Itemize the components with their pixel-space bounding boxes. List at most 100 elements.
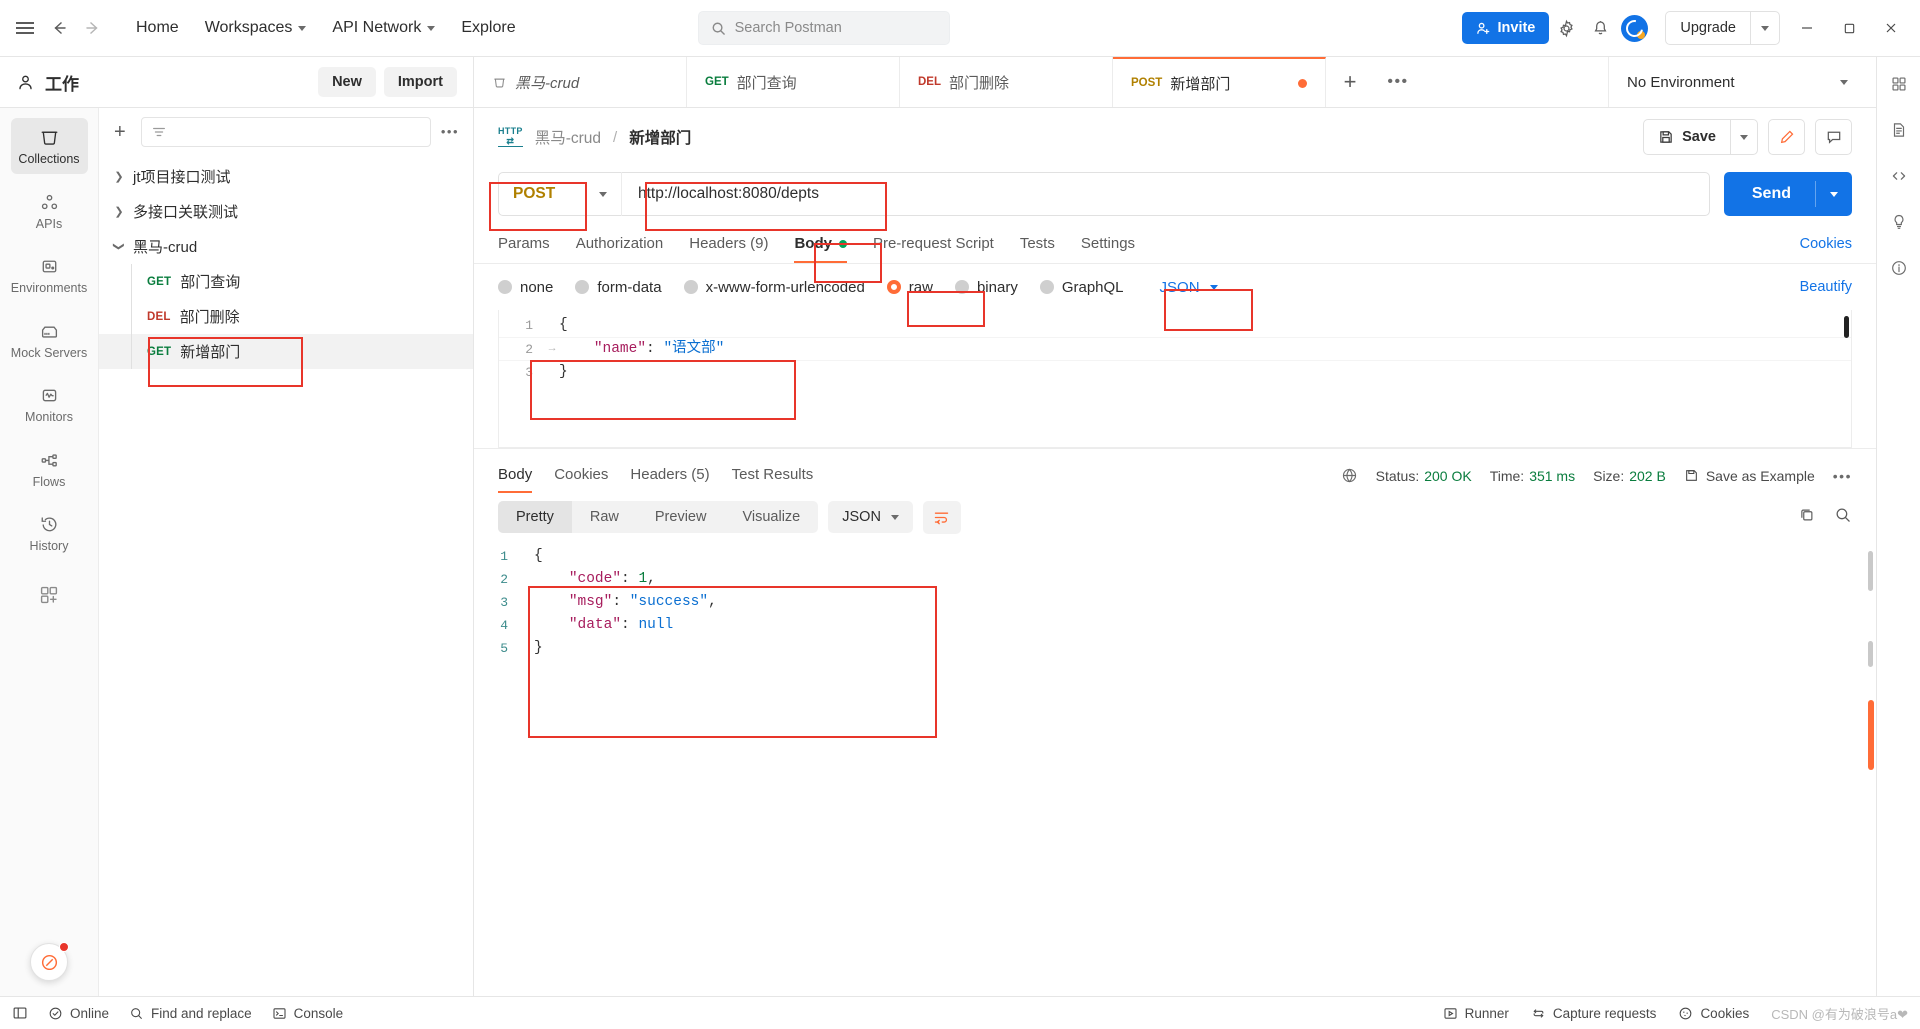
send-button[interactable]: Send: [1723, 172, 1852, 216]
environment-select[interactable]: No Environment: [1609, 74, 1862, 91]
sidebar-item-environments[interactable]: Environments: [11, 247, 88, 303]
rail-add-button[interactable]: [38, 584, 60, 611]
page-scrollbar[interactable]: [1868, 700, 1874, 770]
view-pretty[interactable]: Pretty: [498, 501, 572, 533]
pencil-icon[interactable]: [1768, 119, 1805, 155]
tree-more-icon[interactable]: •••: [441, 124, 459, 139]
tab-tests[interactable]: Tests: [1020, 235, 1055, 263]
find-floating-button[interactable]: [30, 942, 69, 981]
collection-row[interactable]: ❯ jt项目接口测试: [99, 159, 473, 194]
save-dropdown-icon[interactable]: [1731, 134, 1757, 140]
grid-icon[interactable]: [1884, 69, 1914, 99]
comment-icon[interactable]: [1815, 119, 1852, 155]
send-dropdown-icon[interactable]: [1816, 191, 1852, 197]
cookies-link[interactable]: Cookies: [1800, 236, 1852, 263]
response-more-icon[interactable]: •••: [1833, 468, 1852, 484]
body-type-graphql[interactable]: GraphQL: [1039, 279, 1124, 296]
sidebar-item-monitors[interactable]: Monitors: [11, 376, 88, 432]
method-select[interactable]: POST: [499, 172, 622, 216]
response-body-viewer[interactable]: 1 { 2 "code": 1, 3 "msg": "success", 4 "…: [474, 541, 1876, 996]
tab-headers[interactable]: Headers (9): [689, 235, 768, 263]
tab-body[interactable]: Body: [794, 235, 847, 263]
sidebar-item-flows[interactable]: Flows: [11, 441, 88, 497]
account-avatar-icon[interactable]: [1617, 11, 1651, 45]
filter-input[interactable]: [140, 116, 431, 147]
response-scrollbar-thumb[interactable]: [1868, 641, 1873, 667]
tab-collection-heima-crud[interactable]: 黑马-crud: [474, 57, 687, 107]
collection-row[interactable]: ❯ 多接口关联测试: [99, 194, 473, 229]
capture-requests-button[interactable]: Capture requests: [1531, 1006, 1656, 1021]
cookies-button[interactable]: Cookies: [1678, 1006, 1749, 1021]
layout-toggle-button[interactable]: [12, 1005, 28, 1021]
wrap-lines-icon[interactable]: [922, 500, 961, 534]
response-tab-headers[interactable]: Headers (5): [630, 466, 709, 493]
search-input[interactable]: Search Postman: [697, 11, 950, 45]
tab-authorization[interactable]: Authorization: [576, 235, 664, 263]
collection-row[interactable]: ❯ 黑马-crud: [99, 229, 473, 264]
response-scrollbar[interactable]: [1868, 551, 1873, 591]
info-icon[interactable]: [1884, 253, 1914, 283]
tab-pre-request-script[interactable]: Pre-request Script: [873, 235, 994, 263]
invite-button[interactable]: Invite: [1461, 12, 1550, 44]
breadcrumb-collection[interactable]: 黑马-crud: [535, 126, 601, 148]
online-status[interactable]: Online: [48, 1006, 109, 1021]
body-type-form-data[interactable]: form-data: [575, 279, 662, 296]
body-type-none[interactable]: none: [498, 279, 553, 296]
console-button[interactable]: Console: [272, 1006, 343, 1021]
code-icon[interactable]: [1884, 161, 1914, 191]
nav-api-network[interactable]: API Network: [320, 12, 447, 44]
request-body-editor[interactable]: 1 { 2 → "name": "语文部" 3 }: [498, 310, 1852, 448]
tab-params[interactable]: Params: [498, 235, 550, 263]
tab-settings[interactable]: Settings: [1081, 235, 1135, 263]
tab-request-bumen-chaxun[interactable]: GET 部门查询: [687, 57, 900, 107]
find-and-replace-button[interactable]: Find and replace: [129, 1006, 252, 1021]
request-item-bumen-chaxun[interactable]: GET 部门查询: [99, 264, 473, 299]
new-collection-button[interactable]: +: [109, 120, 131, 144]
copy-icon[interactable]: [1798, 506, 1816, 529]
sidebar-item-mock-servers[interactable]: Mock Servers: [11, 312, 88, 368]
import-button[interactable]: Import: [383, 67, 457, 97]
response-tab-cookies[interactable]: Cookies: [554, 466, 608, 493]
document-icon[interactable]: [1884, 115, 1914, 145]
upgrade-button[interactable]: Upgrade: [1665, 11, 1780, 45]
response-tab-test-results[interactable]: Test Results: [732, 466, 814, 493]
request-item-bumen-shanchu[interactable]: DEL 部门删除: [99, 299, 473, 334]
request-item-xinzeng-bumen[interactable]: GET 新增部门: [99, 334, 473, 369]
url-input[interactable]: http://localhost:8080/depts: [622, 185, 1709, 203]
chevron-down-icon[interactable]: [1751, 25, 1779, 31]
tab-request-xinzeng-bumen[interactable]: POST 新增部门: [1113, 57, 1326, 107]
nav-explore[interactable]: Explore: [449, 12, 527, 44]
gear-icon[interactable]: [1549, 11, 1583, 45]
nav-home[interactable]: Home: [124, 12, 191, 44]
view-raw[interactable]: Raw: [572, 501, 637, 533]
raw-format-select[interactable]: JSON: [1160, 279, 1218, 296]
save-as-example-button[interactable]: Save as Example: [1684, 468, 1815, 484]
runner-button[interactable]: Runner: [1443, 1006, 1509, 1021]
new-tab-button[interactable]: +: [1326, 57, 1374, 107]
hamburger-menu-icon[interactable]: [8, 11, 42, 45]
view-visualize[interactable]: Visualize: [724, 501, 818, 533]
sidebar-item-history[interactable]: History: [11, 505, 88, 561]
chevron-right-icon[interactable]: ❯: [113, 205, 125, 218]
tab-request-bumen-shanchu[interactable]: DEL 部门删除: [900, 57, 1113, 107]
maximize-icon[interactable]: [1828, 8, 1870, 48]
arrow-left-icon[interactable]: [42, 11, 76, 45]
chevron-down-icon[interactable]: ❯: [113, 241, 126, 253]
sidebar-item-apis[interactable]: APIs: [11, 183, 88, 239]
close-icon[interactable]: [1870, 8, 1912, 48]
tab-more-icon[interactable]: •••: [1374, 57, 1422, 107]
bell-icon[interactable]: [1583, 11, 1617, 45]
minimize-icon[interactable]: [1786, 8, 1828, 48]
body-type-binary[interactable]: binary: [954, 279, 1018, 296]
sidebar-item-collections[interactable]: Collections: [10, 118, 88, 174]
save-button[interactable]: Save: [1643, 119, 1758, 155]
editor-scroll-indicator[interactable]: [1844, 316, 1849, 338]
arrow-right-icon[interactable]: [76, 11, 110, 45]
new-button[interactable]: New: [318, 67, 376, 97]
response-tab-body[interactable]: Body: [498, 466, 533, 493]
view-preview[interactable]: Preview: [637, 501, 725, 533]
beautify-link[interactable]: Beautify: [1800, 279, 1852, 295]
response-format-select[interactable]: JSON: [828, 501, 913, 533]
bulb-icon[interactable]: [1884, 207, 1914, 237]
chevron-right-icon[interactable]: ❯: [113, 170, 125, 183]
